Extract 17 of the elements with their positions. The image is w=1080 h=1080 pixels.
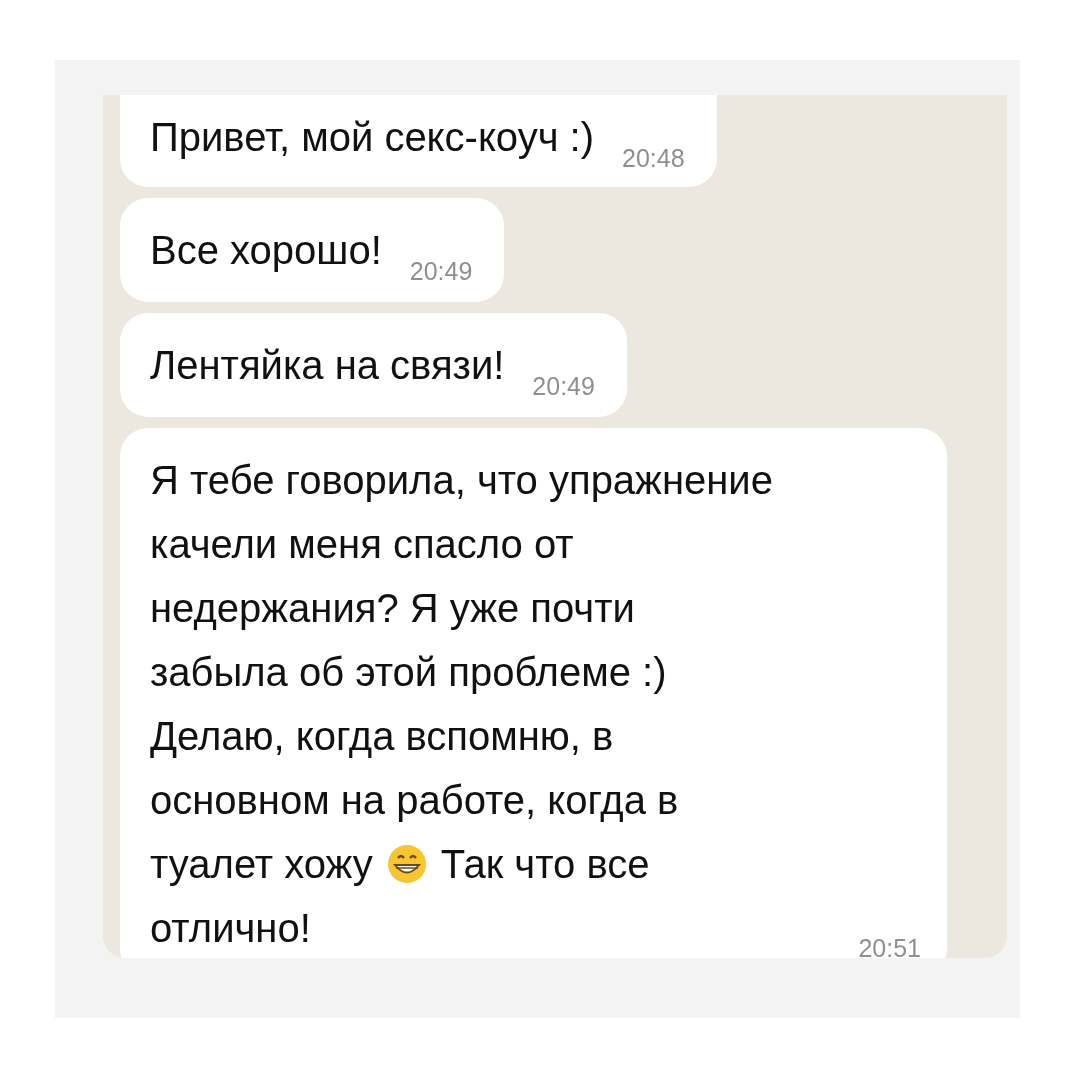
message-time: 20:48 (622, 144, 685, 173)
message-text: недержания? Я уже почти (150, 585, 635, 632)
message-text: отлично! (150, 905, 311, 952)
message-text: основном на работе, когда в (150, 777, 679, 824)
message-text: качели меня спасло от (150, 521, 574, 568)
message-text: Так что все (440, 841, 650, 888)
message-text: туалет хожу (150, 841, 373, 888)
message-text: Я тебе говорила, что упражнение (150, 457, 773, 504)
message-text: Делаю, когда вспомню, в (150, 713, 614, 760)
message-text: Все хорошо! (150, 227, 382, 274)
message-time: 20:49 (532, 372, 595, 401)
message-time: 20:51 (858, 934, 921, 958)
grinning-emoji-icon (386, 844, 427, 884)
message-text: Лентяйка на связи! (150, 342, 505, 389)
message-text: Привет, мой секс-коуч :) (150, 114, 595, 161)
message-text: забыла об этой проблеме :) (150, 649, 667, 696)
message-time: 20:49 (409, 257, 473, 286)
